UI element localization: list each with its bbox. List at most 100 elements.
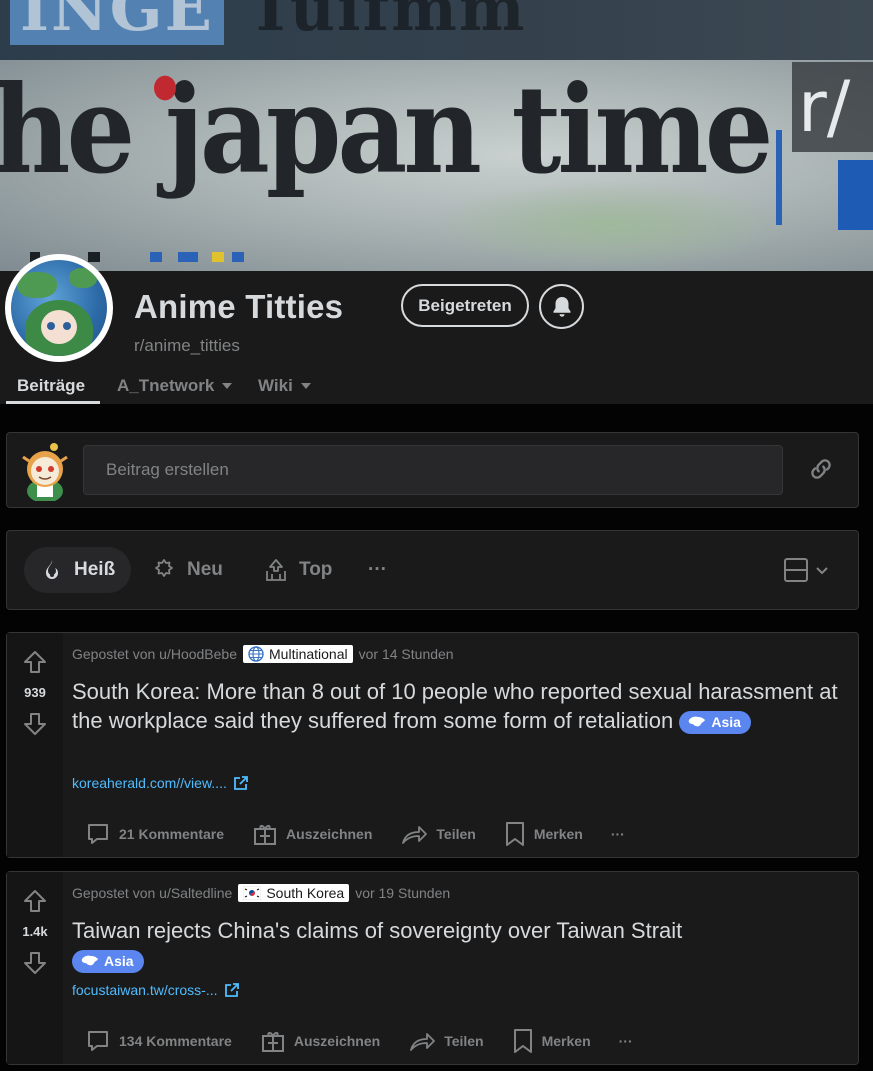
post-meta: Gepostet von u/HoodBebe Multinational vo…: [72, 645, 454, 663]
comments-label: 134 Kommentare: [119, 1033, 232, 1049]
post-link-text: koreaherald.com//view....: [72, 775, 227, 791]
downvote-icon[interactable]: [22, 950, 48, 976]
save-button[interactable]: Merken: [496, 815, 591, 853]
tab-a-tnetwork-label: A_Tnetwork: [117, 376, 215, 395]
post-flair-asia[interactable]: Asia: [679, 710, 751, 734]
share-icon: [402, 826, 428, 844]
post-title-text: Taiwan rejects China's claims of soverei…: [72, 918, 683, 943]
more-icon: ···: [368, 559, 387, 580]
upvote-icon[interactable]: [22, 888, 48, 914]
create-post-input[interactable]: Beitrag erstellen: [83, 445, 783, 495]
save-button[interactable]: Merken: [504, 1022, 599, 1060]
external-link-icon: [233, 776, 248, 790]
tab-posts[interactable]: Beiträge: [17, 376, 85, 396]
comment-icon: [88, 824, 108, 844]
active-tab-indicator: [6, 401, 100, 404]
tab-a-tnetwork[interactable]: A_Tnetwork: [117, 376, 233, 396]
sort-top-button[interactable]: Top: [247, 547, 348, 593]
banner-top-text: INGE Tuifmm: [10, 0, 526, 45]
comments-label: 21 Kommentare: [119, 826, 225, 842]
sort-top-label: Top: [299, 559, 333, 580]
bell-icon: [553, 296, 570, 317]
share-button[interactable]: Teilen: [400, 1022, 491, 1060]
top-icon: [266, 559, 286, 581]
award-label: Auszeichnen: [293, 1033, 381, 1049]
upvote-icon[interactable]: [22, 649, 48, 675]
globe-icon: [248, 646, 264, 662]
gift-icon: [254, 825, 277, 845]
flame-icon: [46, 560, 58, 579]
share-label: Teilen: [436, 826, 476, 842]
share-button[interactable]: Teilen: [392, 815, 483, 853]
community-handle: r/anime_titties: [134, 336, 240, 355]
comments-button[interactable]: 21 Kommentare: [77, 815, 232, 853]
community-title: Anime Titties: [134, 288, 344, 325]
post-author[interactable]: Gepostet von u/Saltedline: [72, 885, 232, 901]
tab-wiki[interactable]: Wiki: [258, 376, 311, 396]
sparkle-icon: [155, 559, 173, 577]
sort-hot-label: Heiß: [74, 559, 116, 580]
post-external-link[interactable]: koreaherald.com//view....: [72, 775, 249, 791]
post-score: 1.4k: [22, 924, 48, 939]
post-flair-asia[interactable]: Asia: [72, 949, 144, 973]
post-time: vor 14 Stunden: [358, 646, 454, 662]
post-actions: 134 Kommentare Auszeichnen Teilen Merken…: [77, 1022, 653, 1060]
tab-posts-label: Beiträge: [17, 376, 86, 395]
post-time: vor 19 Stunden: [355, 885, 451, 901]
post-author[interactable]: Gepostet von u/HoodBebe: [72, 646, 237, 662]
share-icon: [410, 1033, 436, 1051]
post-score: 939: [24, 685, 46, 700]
post-actions: 21 Kommentare Auszeichnen Teilen Merken …: [77, 815, 645, 853]
chevron-down-icon: [300, 383, 311, 389]
asia-map-icon: [689, 716, 706, 727]
sort-bar: Heiß Neu Top ···: [6, 530, 859, 610]
chevron-down-icon: [222, 383, 233, 389]
create-post-bar: Beitrag erstellen: [6, 432, 859, 508]
post-card[interactable]: 939 Gepostet von u/HoodBebe Multinationa…: [6, 632, 859, 858]
save-label: Merken: [541, 1033, 591, 1049]
comment-icon: [88, 1031, 108, 1051]
banner-r-badge: r/: [792, 62, 873, 152]
chevron-down-icon: [816, 567, 828, 575]
card-view-icon: [784, 558, 808, 582]
post-title[interactable]: South Korea: More than 8 out of 10 peopl…: [72, 677, 842, 735]
post-card[interactable]: 1.4k Gepostet von u/Saltedline South Kor…: [6, 871, 859, 1065]
user-flair-label: South Korea: [266, 885, 345, 901]
user-flair: Multinational: [243, 645, 353, 663]
notifications-button[interactable]: [539, 284, 584, 329]
award-button[interactable]: Auszeichnen: [252, 1022, 388, 1060]
external-link-icon: [224, 983, 239, 997]
gift-icon: [261, 1032, 284, 1052]
comments-button[interactable]: 134 Kommentare: [77, 1022, 240, 1060]
link-icon[interactable]: [807, 455, 835, 483]
sort-hot-button[interactable]: Heiß: [24, 547, 132, 593]
more-options-button[interactable]: ···: [611, 1027, 641, 1055]
post-link-text: focustaiwan.tw/cross-...: [72, 982, 218, 998]
view-layout-toggle[interactable]: [783, 557, 829, 583]
post-meta: Gepostet von u/Saltedline South Korea vo…: [72, 884, 450, 902]
downvote-icon[interactable]: [22, 711, 48, 737]
more-icon: ···: [618, 1033, 633, 1049]
community-tabs: Beiträge A_Tnetwork Wiki: [0, 372, 873, 406]
sort-more-button[interactable]: ···: [352, 547, 403, 593]
more-options-button[interactable]: ···: [603, 820, 633, 848]
share-label: Teilen: [444, 1033, 484, 1049]
post-title[interactable]: Taiwan rejects China's claims of soverei…: [72, 916, 842, 974]
asia-map-icon: [81, 955, 98, 966]
community-avatar: [5, 254, 113, 362]
post-external-link[interactable]: focustaiwan.tw/cross-...: [72, 982, 240, 998]
award-label: Auszeichnen: [286, 826, 373, 842]
bookmark-icon: [505, 822, 524, 846]
bookmark-icon: [513, 1029, 532, 1053]
user-avatar[interactable]: [19, 439, 71, 501]
award-button[interactable]: Auszeichnen: [244, 815, 380, 853]
banner-main-text: he japan time: [0, 60, 773, 202]
joined-button[interactable]: Beigetreten: [401, 284, 529, 327]
community-banner: INGE Tuifmm he japan time r/: [0, 0, 873, 271]
user-flair-label: Multinational: [269, 646, 348, 662]
sort-new-button[interactable]: Neu: [135, 547, 239, 593]
south-korea-flag-icon: [243, 886, 262, 900]
tab-wiki-label: Wiki: [258, 376, 293, 395]
user-flair: South Korea: [238, 884, 350, 902]
more-icon: ···: [610, 826, 625, 842]
